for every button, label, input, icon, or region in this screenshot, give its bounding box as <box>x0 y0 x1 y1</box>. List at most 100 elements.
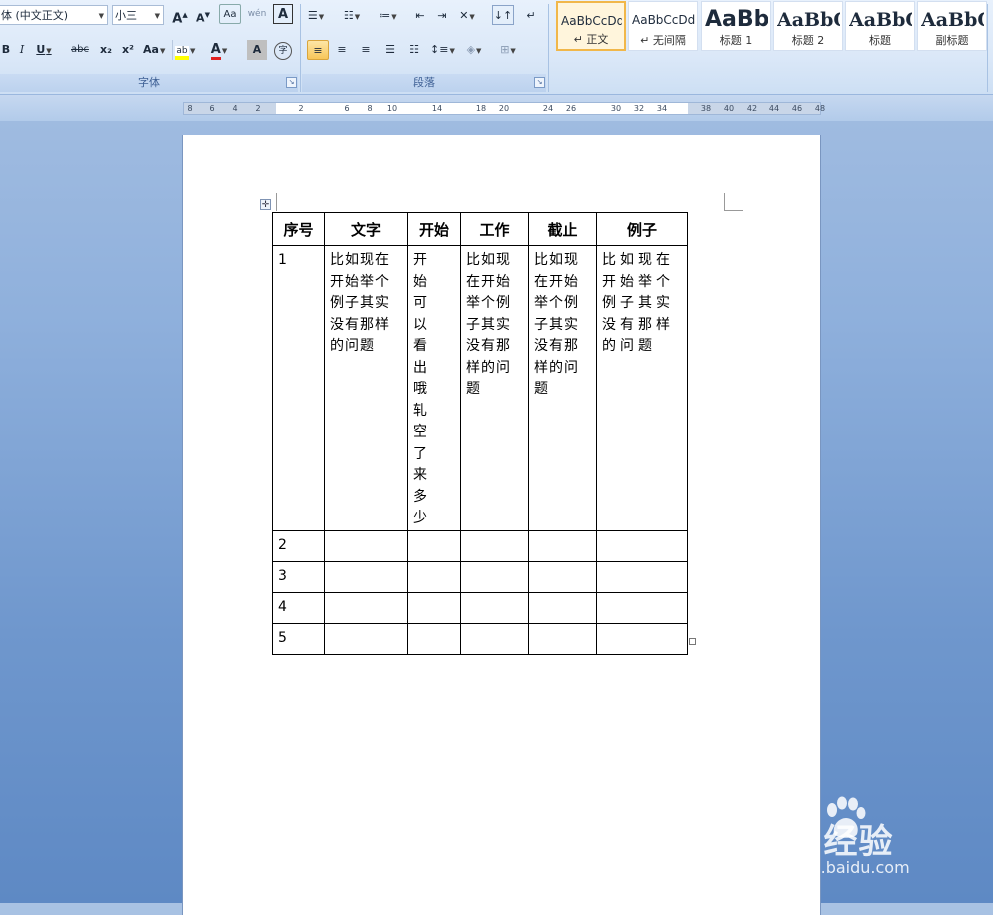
numbering-button[interactable]: ☷▼ <box>342 6 362 26</box>
style-gallery-item[interactable]: AaBbC 标题 <box>845 1 915 51</box>
subscript-button[interactable]: x₂ <box>96 40 116 60</box>
table-cell[interactable] <box>596 622 688 655</box>
horizontal-ruler[interactable]: 8 6 4 2 2 6 8 10 14 18 20 24 26 30 32 34 38 40 42 44 46 48 <box>183 102 825 115</box>
ruler-tick-label: 20 <box>498 104 510 113</box>
style-sample: AaBbC <box>849 9 912 31</box>
table-cell[interactable] <box>407 622 461 655</box>
sort-button[interactable]: ↓↑ <box>492 5 514 25</box>
multilevel-list-button[interactable]: ≔▼ <box>378 6 398 26</box>
clear-format-button[interactable]: Aa <box>219 4 241 24</box>
table-cell[interactable]: 1 <box>272 245 325 531</box>
justify-button[interactable]: ☰ <box>379 40 401 60</box>
table-cell[interactable] <box>596 529 688 562</box>
change-case-button[interactable]: Aa▼ <box>143 40 165 60</box>
italic-button[interactable]: I <box>12 40 32 60</box>
ruler-tick-label: 32 <box>633 104 645 113</box>
corner-mark-left <box>276 193 277 211</box>
header-cell-example[interactable]: 例子 <box>596 212 688 246</box>
shrink-font-button[interactable]: A▼ <box>193 5 213 25</box>
ruler-tick-label: 8 <box>187 104 193 113</box>
table-cell[interactable]: 4 <box>272 591 325 624</box>
decrease-indent-button[interactable]: ⇤ <box>410 6 430 26</box>
table-cell[interactable] <box>324 529 408 562</box>
table-cell[interactable]: 2 <box>272 529 325 562</box>
table-cell[interactable]: 比如现在开始举个例子其实没有那样的问题 <box>528 245 597 531</box>
phonetic-icon: wén <box>247 9 267 19</box>
style-gallery-item[interactable]: AaBb 标题 1 <box>701 1 771 51</box>
increase-indent-button[interactable]: ⇥ <box>432 6 452 26</box>
enclose-char-button[interactable]: 字 <box>273 40 293 60</box>
justify-icon: ☰ <box>385 43 395 56</box>
table-cell[interactable] <box>324 560 408 593</box>
font-dialog-launcher[interactable]: ↘ <box>286 77 297 88</box>
show-marks-button[interactable]: ↵ <box>521 6 541 26</box>
shrink-font-icon: A <box>196 11 205 25</box>
table-cell[interactable] <box>460 529 529 562</box>
char-border-button[interactable]: A <box>273 4 293 24</box>
line-spacing-button[interactable]: ↕≡▼ <box>430 40 455 60</box>
table-cell[interactable] <box>528 591 597 624</box>
align-right-button[interactable]: ≡ <box>355 40 377 60</box>
ruler-tick-label: 44 <box>768 104 780 113</box>
table-cell[interactable] <box>460 591 529 624</box>
style-gallery-item[interactable]: AaBbCcDd ↵ 正文 <box>556 1 626 51</box>
style-gallery-item[interactable]: AaBbC 标题 2 <box>773 1 843 51</box>
underline-button[interactable]: U▼ <box>34 40 54 60</box>
borders-button[interactable]: ⊞▼ <box>498 40 518 60</box>
table-resize-handle[interactable] <box>689 638 696 645</box>
char-shading-button[interactable]: A <box>247 40 267 60</box>
distributed-button[interactable]: ☷ <box>403 40 425 60</box>
table-cell[interactable] <box>460 622 529 655</box>
table-cell[interactable]: 比如现在开始举个例子其实没有那样的问题 <box>324 245 408 531</box>
highlight-button[interactable]: ab ▼ <box>172 40 195 60</box>
table-cell[interactable]: 比如现在开始举个例子其实没有那样的问题 <box>460 245 529 531</box>
align-right-icon: ≡ <box>361 43 371 56</box>
superscript-button[interactable]: x² <box>118 40 138 60</box>
font-name-combo[interactable]: 体 (中文正文) ▼ <box>0 5 108 25</box>
chinese-layout-button[interactable]: ✕▼ <box>457 6 477 26</box>
shading-button[interactable]: ◈▼ <box>464 40 484 60</box>
bullets-button[interactable]: ☰▼ <box>306 6 326 26</box>
table-cell[interactable] <box>324 591 408 624</box>
ruler-tick-label: 18 <box>475 104 487 113</box>
strikethrough-button[interactable]: abc <box>70 40 90 60</box>
document-table[interactable]: 序号 文字 开始 工作 截止 例子 1 比如现在开始举个例子其实没有那样的问题 … <box>272 212 688 655</box>
paragraph-dialog-launcher[interactable]: ↘ <box>534 77 545 88</box>
ruler-tick-label: 6 <box>344 104 350 113</box>
grow-font-button[interactable]: A▲ <box>170 5 190 26</box>
table-cell[interactable] <box>528 560 597 593</box>
font-size-combo[interactable]: 小三 ▼ <box>112 5 164 25</box>
strikethrough-icon: abc <box>71 44 89 55</box>
table-cell[interactable] <box>407 560 461 593</box>
table-cell[interactable]: 比如现在开始举个例子其实没有那样的问题 <box>596 245 688 531</box>
table-cell[interactable] <box>407 591 461 624</box>
header-cell-deadline[interactable]: 截止 <box>528 212 597 246</box>
table-cell[interactable] <box>596 560 688 593</box>
align-left-button[interactable]: ≡ <box>307 40 329 60</box>
table-row: 4 <box>272 591 688 624</box>
header-cell-work[interactable]: 工作 <box>460 212 529 246</box>
table-cell[interactable]: 3 <box>272 560 325 593</box>
table-cell[interactable] <box>324 622 408 655</box>
font-color-button[interactable]: A▼ <box>209 40 229 60</box>
style-gallery-item[interactable]: AaBbCcDd ↵ 无间隔 <box>628 1 698 51</box>
paint-bucket-icon: ◈ <box>466 43 476 56</box>
header-cell-index[interactable]: 序号 <box>272 212 325 246</box>
table-cell[interactable]: 开始可以看出哦轧空了来多少 <box>407 245 461 531</box>
align-center-button[interactable]: ≡ <box>331 40 353 60</box>
style-name: 标题 2 <box>791 34 825 47</box>
table-cell[interactable] <box>460 560 529 593</box>
header-cell-start[interactable]: 开始 <box>407 212 461 246</box>
table-cell[interactable] <box>596 591 688 624</box>
phonetic-guide-button[interactable]: wén <box>246 4 268 24</box>
header-cell-text[interactable]: 文字 <box>324 212 408 246</box>
table-cell[interactable] <box>407 529 461 562</box>
table-cell[interactable] <box>528 529 597 562</box>
document-page[interactable]: ✛ 序号 文字 开始 工作 截止 例子 1 比如现在开始举个例子其实没有那样的问… <box>183 135 820 915</box>
table-cell[interactable]: 5 <box>272 622 325 655</box>
table-move-handle[interactable]: ✛ <box>260 199 271 210</box>
expand-icon: ↘ <box>536 78 543 86</box>
sort-icon: ↓↑ <box>493 9 513 22</box>
table-cell[interactable] <box>528 622 597 655</box>
style-gallery-item[interactable]: AaBbC 副标题 <box>917 1 987 51</box>
